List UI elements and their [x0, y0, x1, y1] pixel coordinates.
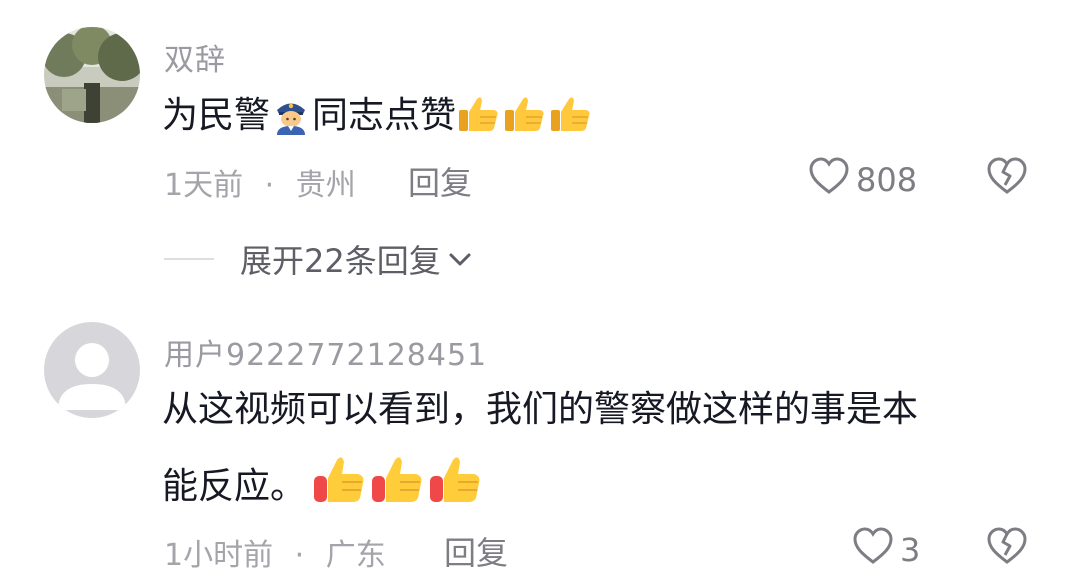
broken-heart-icon	[986, 157, 1028, 199]
thumbs-up-icon	[549, 93, 593, 146]
avatar[interactable]	[44, 322, 140, 418]
like-count: 3	[900, 531, 921, 569]
comment-text-line: 从这视频可以看到，我们的警察做这样的事是本	[162, 389, 919, 430]
like-button[interactable]: 3	[852, 527, 920, 573]
like-button[interactable]: 808	[808, 157, 917, 203]
police-officer-icon	[271, 95, 311, 146]
separator: ·	[264, 168, 275, 203]
expand-replies-label: 展开22条回复	[240, 242, 441, 280]
comment-text-part: 能反应。	[162, 466, 307, 507]
comment-text-part: 为民警	[162, 95, 271, 136]
dislike-button[interactable]	[986, 527, 1028, 569]
reply-button[interactable]: 回复	[408, 158, 472, 204]
separator: ·	[294, 538, 305, 573]
thumbs-up-icon	[457, 93, 501, 146]
expand-replies-button[interactable]: 展开22条回复	[164, 236, 473, 282]
comment-text: 为民警 同志点赞	[162, 93, 594, 146]
location: 广东	[325, 538, 386, 573]
thumbs-up-icon	[312, 454, 368, 517]
dislike-button[interactable]	[986, 157, 1028, 199]
reply-button[interactable]: 回复	[444, 528, 508, 574]
timestamp: 1天前	[164, 168, 244, 203]
divider-line	[164, 258, 214, 260]
broken-heart-icon	[986, 527, 1028, 569]
heart-outline-icon	[852, 527, 894, 573]
username[interactable]: 双辞	[164, 35, 226, 79]
thumbs-up-icon	[370, 454, 426, 517]
location: 贵州	[295, 168, 356, 203]
comment-text-part: 同志点赞	[312, 95, 457, 136]
timestamp: 1小时前	[164, 538, 274, 573]
avatar[interactable]	[44, 27, 140, 123]
thumbs-up-icon	[503, 93, 547, 146]
heart-outline-icon	[808, 157, 850, 203]
comment-meta: 1小时前 · 广东	[164, 530, 386, 574]
comment-text: 能反应。	[162, 454, 485, 517]
chevron-down-icon	[447, 249, 473, 269]
comment-meta: 1天前 · 贵州	[164, 160, 356, 204]
like-count: 808	[856, 161, 918, 199]
username[interactable]: 用户9222772128451	[164, 330, 487, 374]
thumbs-up-icon	[428, 454, 484, 517]
